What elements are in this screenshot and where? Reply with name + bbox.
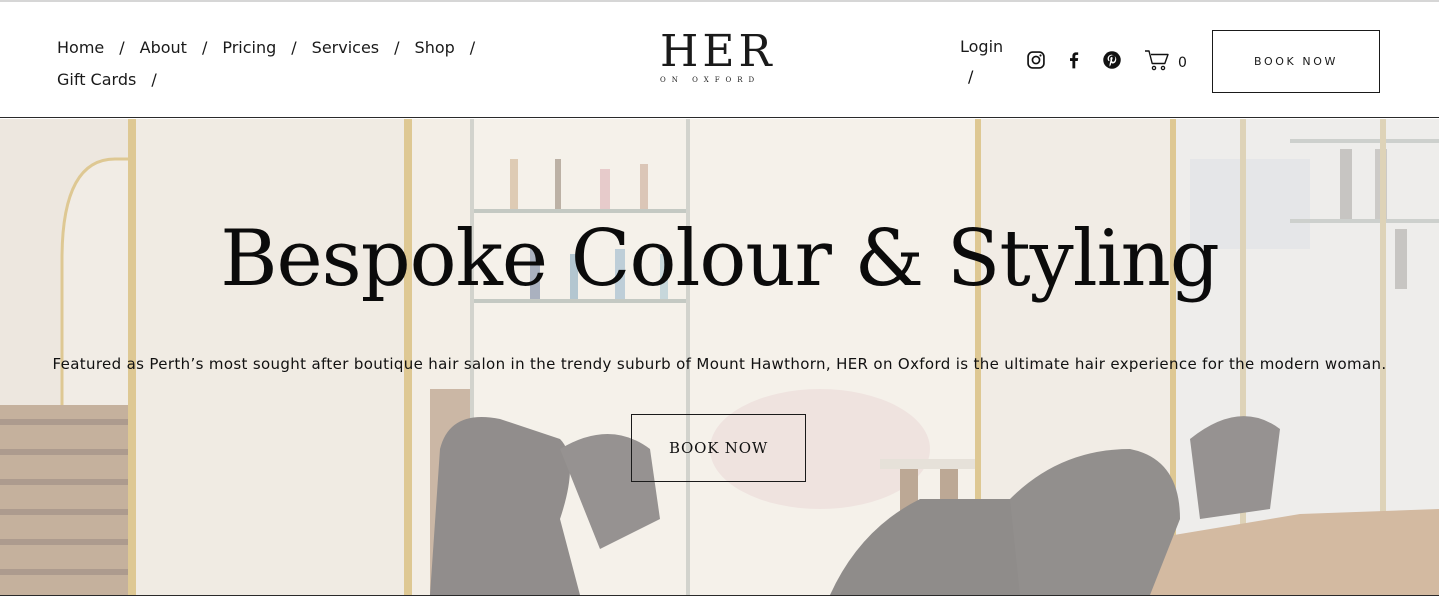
nav-item-services[interactable]: Services — [312, 32, 379, 64]
cart-count: 0 — [1178, 55, 1187, 71]
main-nav: Home / About / Pricing / Services / Shop… — [57, 32, 487, 96]
hero-section: Bespoke Colour & Styling Featured as Per… — [0, 119, 1439, 595]
social-links — [1026, 50, 1122, 70]
nav-separator: / — [394, 38, 400, 57]
account-separator: / — [968, 67, 974, 86]
nav-item-gift-cards[interactable]: Gift Cards — [57, 64, 136, 96]
header-book-now-button[interactable]: BOOK NOW — [1212, 30, 1380, 93]
site-logo[interactable]: HER ON OXFORD — [660, 30, 780, 92]
hero-title: Bespoke Colour & Styling — [220, 214, 1220, 304]
nav-row-1: Home / About / Pricing / Services / Shop… — [57, 32, 487, 64]
hero-book-now-button[interactable]: BOOK NOW — [631, 414, 806, 482]
facebook-icon-graphic — [1070, 52, 1079, 69]
nav-separator: / — [469, 38, 476, 57]
bottom-border — [0, 595, 1439, 602]
nav-row-2: Gift Cards / — [57, 64, 487, 96]
account-area: Login / — [960, 32, 1010, 92]
pinterest-icon[interactable] — [1102, 50, 1122, 70]
nav-separator: / — [119, 38, 125, 57]
nav-item-home[interactable]: Home — [57, 32, 104, 64]
nav-separator: / — [201, 38, 208, 57]
facebook-icon[interactable] — [1064, 50, 1084, 70]
instagram-icon-graphic — [1027, 51, 1045, 69]
nav-separator: / — [291, 38, 297, 57]
cart-icon — [1145, 50, 1169, 71]
nav-item-about[interactable]: About — [140, 32, 187, 64]
cart-button[interactable]: 0 — [1144, 49, 1187, 71]
hero-subtitle: Featured as Perth’s most sought after bo… — [52, 355, 1387, 373]
nav-separator: / — [151, 70, 157, 89]
logo-wordmark: HER — [660, 26, 776, 77]
logo-subtitle: ON OXFORD — [660, 76, 761, 84]
login-link[interactable]: Login — [960, 37, 1003, 56]
nav-item-shop[interactable]: Shop — [415, 32, 455, 64]
instagram-icon[interactable] — [1026, 50, 1046, 70]
pinterest-icon-graphic — [1103, 51, 1121, 69]
nav-item-pricing[interactable]: Pricing — [222, 32, 276, 64]
site-header: Home / About / Pricing / Services / Shop… — [0, 2, 1439, 118]
